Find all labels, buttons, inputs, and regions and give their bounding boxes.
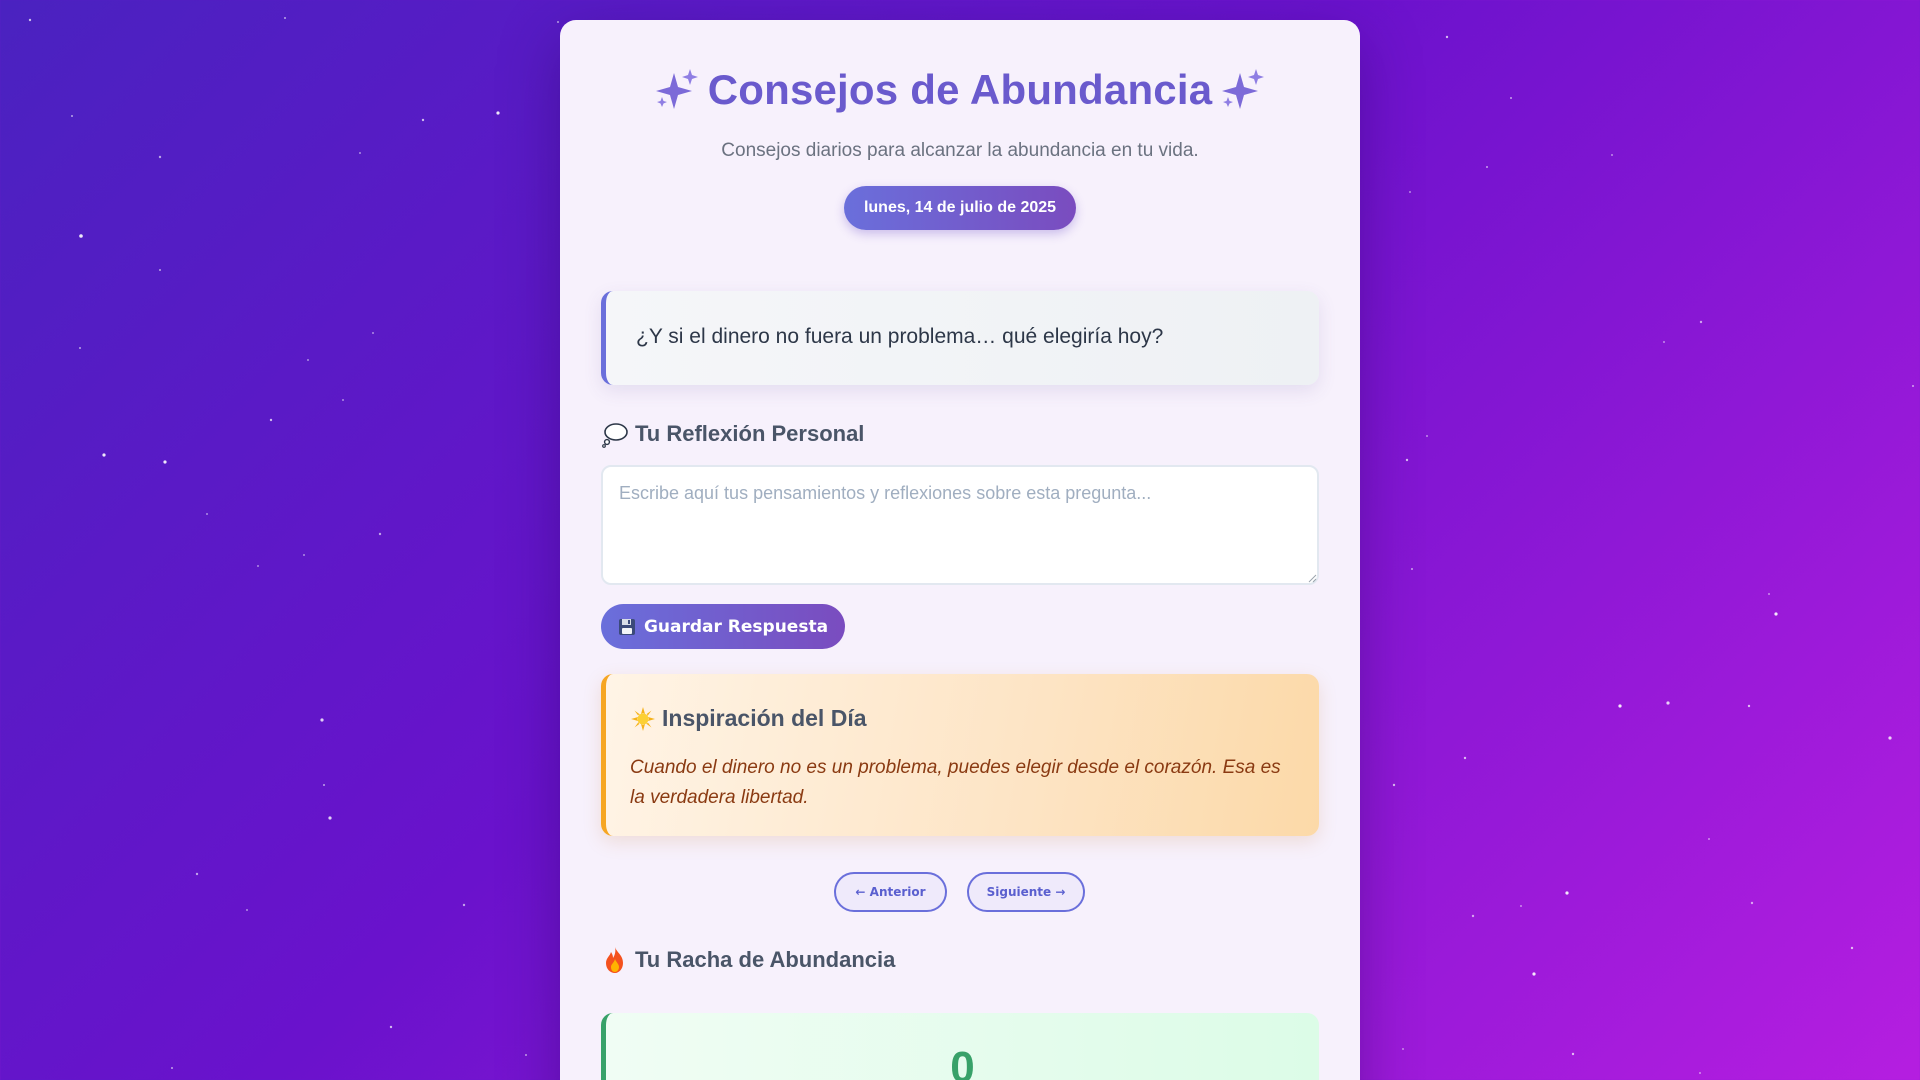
- save-button-label: Guardar Respuesta: [643, 616, 829, 637]
- sparkles-icon: [1222, 68, 1265, 109]
- date-badge: lunes, 14 de julio de 2025: [844, 186, 1076, 230]
- fire-icon: [606, 947, 623, 973]
- streak-heading-text: Tu Racha de Abundancia: [635, 947, 896, 972]
- reflection-textarea[interactable]: [601, 465, 1319, 585]
- next-button[interactable]: Siguiente →: [967, 872, 1085, 912]
- page-subtitle: Consejos diarios para alcanzar la abunda…: [721, 140, 1199, 161]
- save-response-button[interactable]: Guardar Respuesta: [601, 604, 845, 649]
- streak-count: 0: [950, 1043, 975, 1080]
- reflection-heading: Tu Reflexión Personal: [601, 420, 864, 448]
- streak-heading: Tu Racha de Abundancia: [601, 946, 895, 974]
- sparkles-icon: [655, 68, 698, 109]
- resize-grip-icon[interactable]: [1307, 573, 1317, 583]
- previous-button[interactable]: ← Anterior: [834, 872, 947, 912]
- page-title: Consejos de Abundancia: [560, 66, 1360, 116]
- sun-icon: [631, 706, 655, 731]
- inspiration-heading-text: Inspiración del Día: [662, 705, 867, 731]
- title-text: Consejos de Abundancia: [707, 66, 1213, 113]
- main-card: Consejos de Abundancia Consejos diarios …: [560, 20, 1360, 1080]
- reflection-heading-text: Tu Reflexión Personal: [635, 421, 865, 446]
- thought-bubble-icon: [602, 423, 628, 448]
- question-card: ¿Y si el dinero no fuera un problema… qu…: [601, 291, 1319, 385]
- inspiration-quote: Cuando el dinero no es un problema, pued…: [630, 757, 1281, 808]
- inspiration-card: Inspiración del Día Cuando el dinero no …: [601, 674, 1319, 836]
- streak-card: 0: [601, 1013, 1319, 1080]
- inspiration-heading: Inspiración del Día: [630, 705, 867, 732]
- question-text: ¿Y si el dinero no fuera un problema… qu…: [636, 325, 1164, 348]
- floppy-disk-icon: [618, 618, 635, 635]
